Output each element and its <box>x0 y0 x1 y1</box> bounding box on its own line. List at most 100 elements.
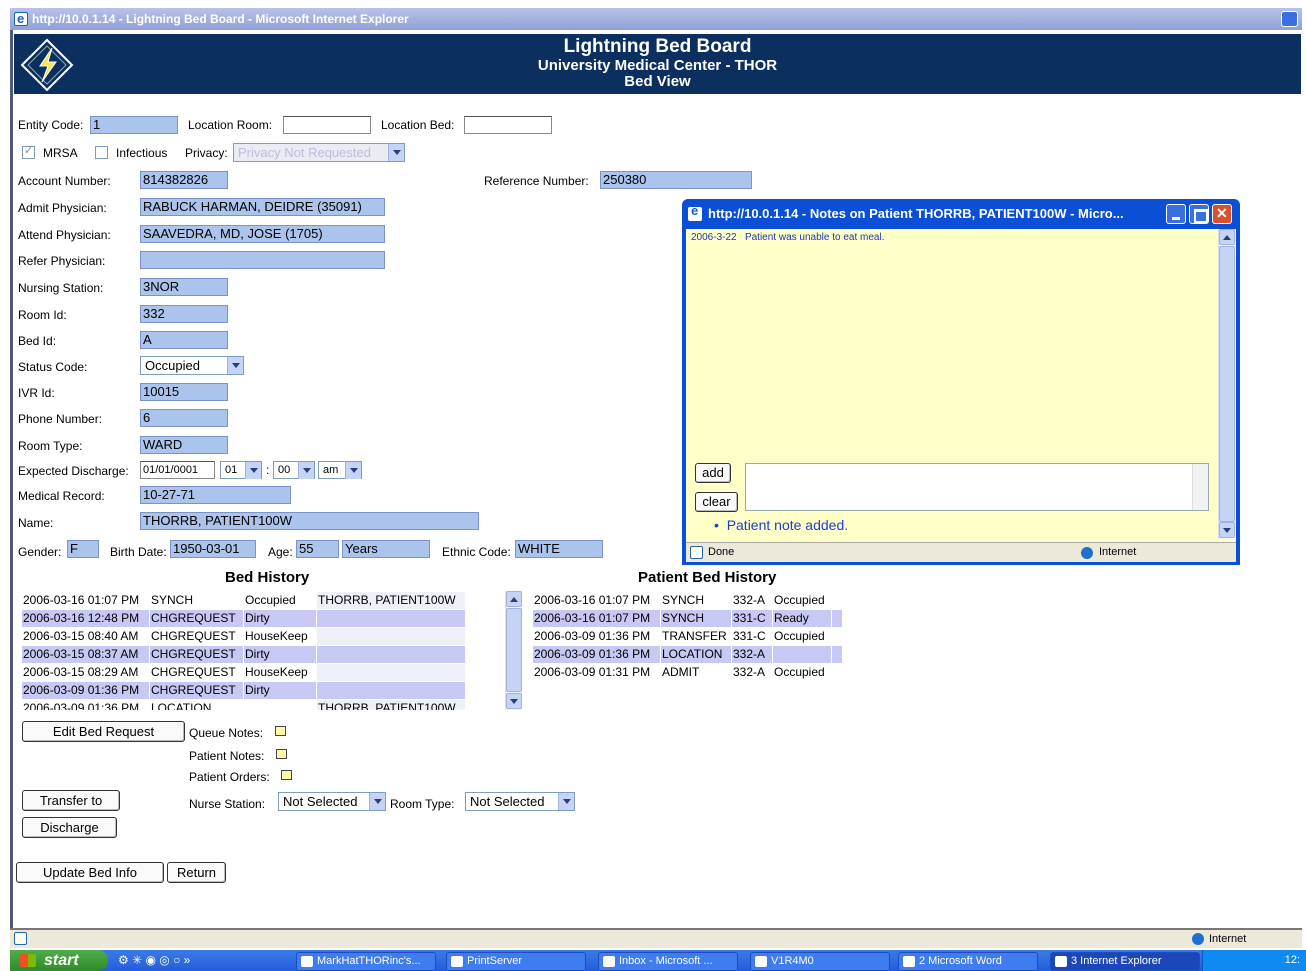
transfer-to-button[interactable]: Transfer to <box>22 790 120 811</box>
table-row[interactable]: 2006-03-16 01:07 PM SYNCH Occupied THORRB, … <box>22 592 466 609</box>
room-type-select[interactable]: Not Selected <box>465 792 575 811</box>
privacy-select[interactable]: Privacy Not Requested <box>233 143 405 162</box>
taskbar-item[interactable]: PrintServer <box>446 952 586 971</box>
entity-code-field[interactable]: 1 <box>90 116 178 134</box>
room-type-field[interactable]: WARD <box>140 436 228 454</box>
birth-date-field[interactable]: 1950-03-01 <box>170 540 256 558</box>
discharge-minute-value: 00 <box>278 464 291 476</box>
table-row[interactable]: 2006-03-15 08:29 AM CHGREQUEST HouseKeep <box>22 664 466 681</box>
ivr-id-field[interactable]: 10015 <box>140 383 228 401</box>
bed-history-scrollbar[interactable] <box>505 591 522 710</box>
status-zone: Internet <box>1209 933 1247 945</box>
discharge-date-field[interactable]: 01/01/0001 <box>140 461 215 479</box>
ethnic-code-field[interactable]: WHITE <box>515 540 603 558</box>
name-field[interactable]: THORRB, PATIENT100W <box>140 512 479 530</box>
nursing-station-field[interactable]: 3NOR <box>140 278 228 296</box>
table-row[interactable]: 2006-03-09 01:36 PM CHGREQUEST Dirty <box>22 682 466 699</box>
taskbar-item[interactable]: 2 Microsoft Word <box>898 952 1038 971</box>
taskbar-item[interactable]: MarkHatTHORinc's... <box>296 952 436 971</box>
note-textarea[interactable] <box>745 463 1209 511</box>
minimize-button[interactable] <box>1281 11 1298 27</box>
phone-number-label: Phone Number: <box>18 412 103 426</box>
scroll-down-icon[interactable] <box>506 693 522 709</box>
app-icon <box>903 956 915 967</box>
queue-notes-icon[interactable] <box>275 726 286 736</box>
add-note-button[interactable]: add <box>695 463 731 483</box>
cell-action: LOCATION <box>150 700 243 710</box>
windows-logo-icon <box>20 954 36 967</box>
start-button[interactable]: start <box>10 950 108 971</box>
system-tray[interactable]: 12: <box>1202 950 1306 971</box>
reference-number-field[interactable]: 250380 <box>600 171 752 189</box>
view-title: Bed View <box>624 73 691 90</box>
patient-bed-history-title: Patient Bed History <box>638 569 777 586</box>
admit-physician-field[interactable]: RABUCK HARMAN, DEIDRE (35091) <box>140 198 385 216</box>
ie-icon <box>688 203 702 221</box>
popup-scrollbar[interactable] <box>1218 229 1235 539</box>
room-id-field[interactable]: 332 <box>140 305 228 323</box>
bed-history-list[interactable]: 2006-03-16 01:07 PM SYNCH Occupied THORRB, … <box>22 592 502 710</box>
taskbar-item[interactable]: Inbox - Microsoft ... <box>598 952 738 971</box>
scroll-up-icon[interactable] <box>1219 229 1235 245</box>
scroll-up-icon[interactable] <box>506 591 522 607</box>
update-bed-info-button[interactable]: Update Bed Info <box>16 862 164 883</box>
popup-minimize-button[interactable] <box>1166 204 1186 224</box>
popup-status-done: Done <box>708 546 735 558</box>
table-row[interactable]: 2006-03-16 01:07 PM SYNCH 331-C Ready <box>533 610 843 627</box>
chevron-down-icon <box>245 462 261 479</box>
return-button[interactable]: Return <box>167 862 226 883</box>
entity-code-label: Entity Code: <box>18 118 84 132</box>
scroll-down-icon[interactable] <box>1219 522 1235 538</box>
table-row[interactable]: 2006-03-09 01:36 PM LOCATION 332-A <box>533 646 843 663</box>
window-titlebar[interactable]: http://10.0.1.14 - Lightning Bed Board -… <box>10 8 1302 30</box>
taskbar-item[interactable]: V1R4M0 <box>750 952 890 971</box>
notes-popup-window[interactable]: http://10.0.1.14 - Notes on Patient THOR… <box>682 199 1240 565</box>
taskbar-item[interactable]: 3 Internet Explorer <box>1050 952 1200 971</box>
textarea-scrollbar[interactable] <box>1192 464 1208 510</box>
app-subtitle: University Medical Center - THOR <box>537 57 778 74</box>
popup-maximize-button[interactable] <box>1189 204 1209 224</box>
popup-close-button[interactable] <box>1212 204 1232 224</box>
table-row[interactable]: 2006-03-16 01:07 PM SYNCH 332-A Occupied <box>533 592 843 609</box>
refer-physician-field[interactable] <box>140 251 385 269</box>
location-bed-field[interactable] <box>464 116 552 134</box>
table-row[interactable]: 2006-03-09 01:31 PM ADMIT 332-A Occupied <box>533 664 843 681</box>
location-room-field[interactable] <box>283 116 371 134</box>
table-row[interactable]: 2006-03-16 12:48 PM CHGREQUEST Dirty <box>22 610 466 627</box>
age-field[interactable]: 55 <box>296 540 339 558</box>
mrsa-checkbox[interactable] <box>22 144 35 159</box>
popup-statusbar: Done Internet <box>686 542 1236 562</box>
note-date: 2006-3-22 <box>691 232 737 243</box>
account-number-field[interactable]: 814382826 <box>140 171 228 189</box>
scroll-thumb[interactable] <box>506 608 522 692</box>
discharge-button[interactable]: Discharge <box>22 817 117 838</box>
status-code-select[interactable]: Occupied <box>140 356 244 375</box>
taskbar-item-label: MarkHatTHORinc's... <box>317 955 421 967</box>
edit-bed-request-button[interactable]: Edit Bed Request <box>22 721 185 742</box>
infectious-checkbox[interactable] <box>95 146 108 159</box>
phone-number-field[interactable]: 6 <box>140 409 228 427</box>
table-row[interactable]: 2006-03-15 08:37 AM CHGREQUEST Dirty <box>22 646 466 663</box>
patient-notes-icon[interactable] <box>276 749 287 759</box>
discharge-ampm-select[interactable]: am <box>318 461 362 479</box>
medical-record-field[interactable]: 10-27-71 <box>140 486 291 504</box>
scroll-thumb[interactable] <box>1219 246 1235 522</box>
table-row[interactable]: 2006-03-09 01:36 PM LOCATION THORRB, PATIE… <box>22 700 466 710</box>
discharge-minute-select[interactable]: 00 <box>273 461 315 479</box>
table-row[interactable]: 2006-03-15 08:40 AM CHGREQUEST HouseKeep <box>22 628 466 645</box>
nurse-station-select[interactable]: Not Selected <box>278 792 386 811</box>
clear-note-button[interactable]: clear <box>695 492 738 512</box>
discharge-hour-select[interactable]: 01 <box>220 461 262 479</box>
quick-launch-icons[interactable]: ⚙ ✳ ◉ ◎ ○ » <box>118 953 278 969</box>
cell-status: HouseKeep <box>244 664 316 681</box>
patient-bed-history-list[interactable]: 2006-03-16 01:07 PM SYNCH 332-A Occupied 200… <box>533 592 843 684</box>
bed-id-field[interactable]: A <box>140 331 228 349</box>
cell-datetime: 2006-03-16 01:07 PM <box>22 592 149 609</box>
attend-physician-field[interactable]: SAAVEDRA, MD, JOSE (1705) <box>140 225 385 243</box>
cell-patient <box>317 628 465 645</box>
patient-orders-icon[interactable] <box>281 770 292 780</box>
app-icon <box>603 956 615 967</box>
age-unit-field[interactable]: Years <box>342 540 430 558</box>
gender-field[interactable]: F <box>67 540 99 558</box>
table-row[interactable]: 2006-03-09 01:36 PM TRANSFER 331-C Occupied <box>533 628 843 645</box>
